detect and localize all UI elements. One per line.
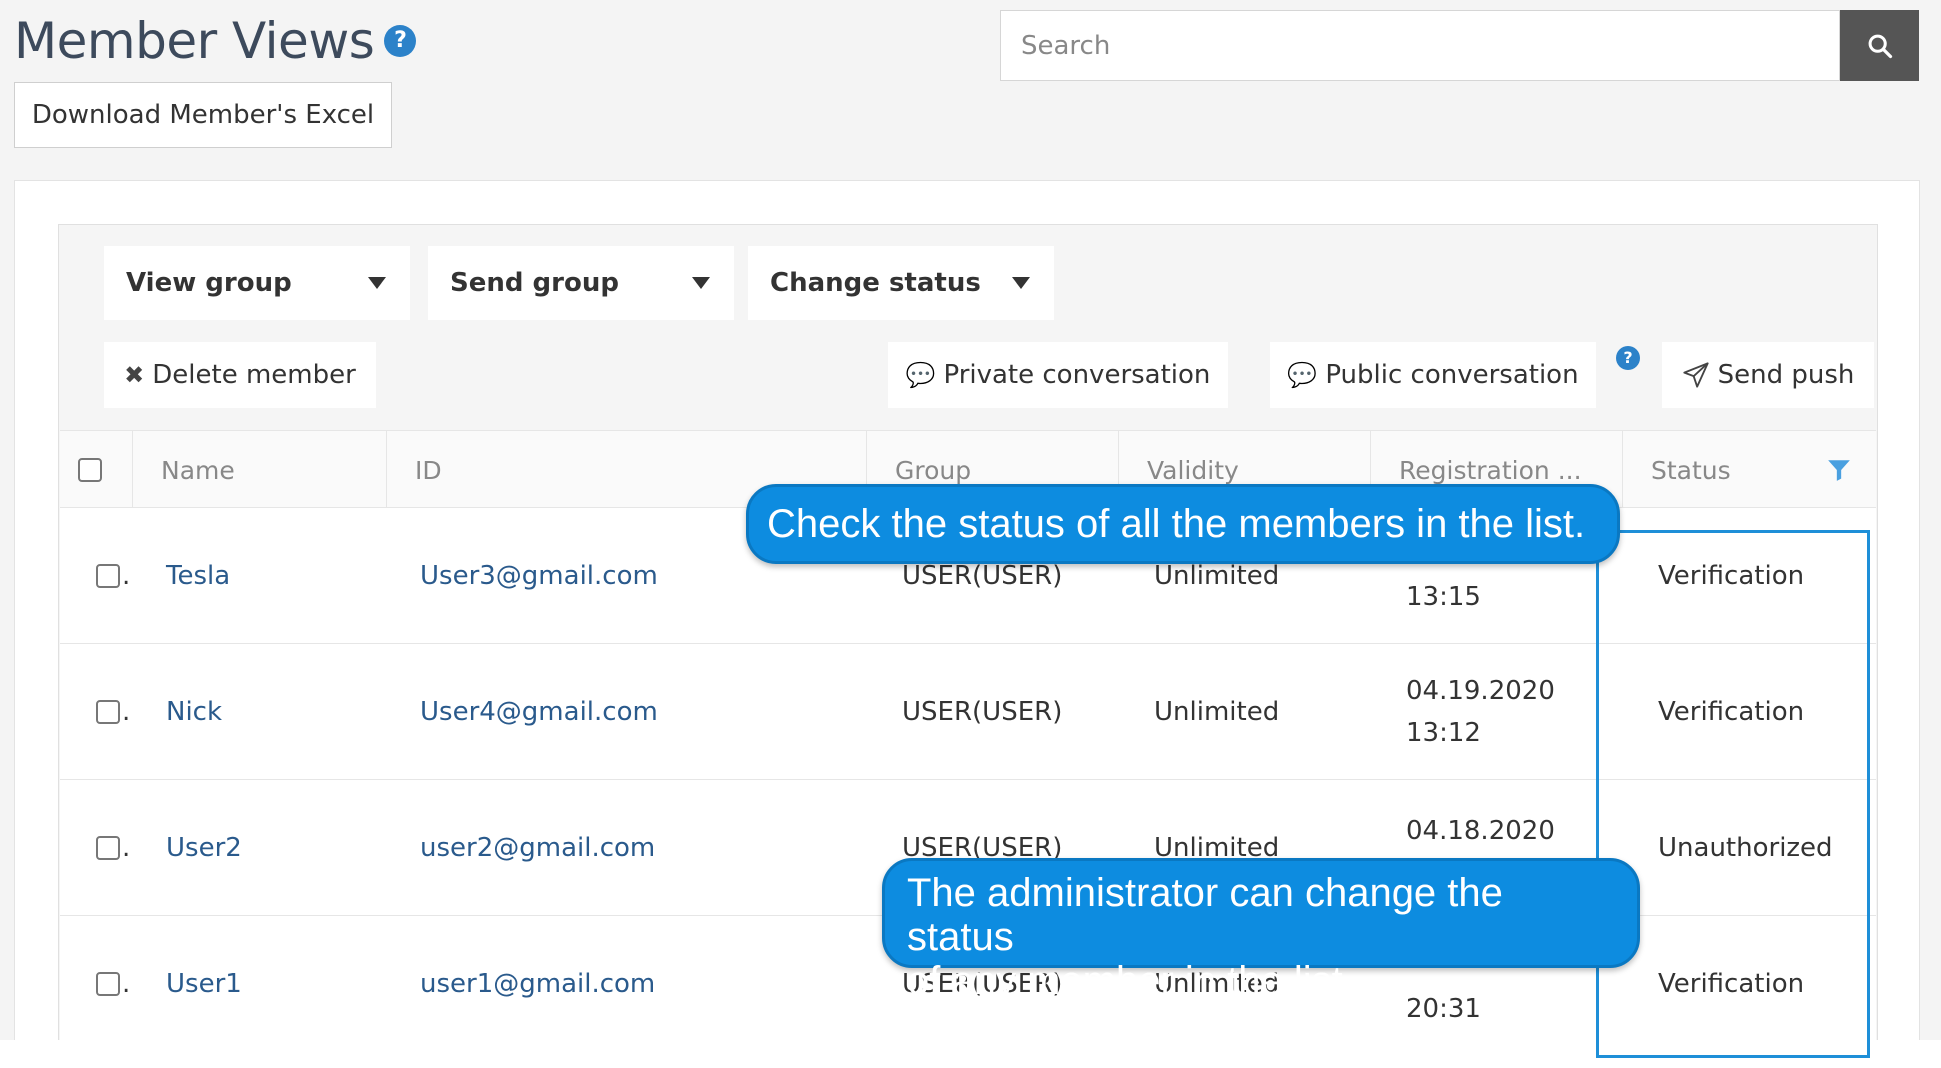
row-select[interactable]: .	[96, 916, 130, 1052]
header-name[interactable]: Name	[132, 431, 386, 509]
public-conversation-label: Public conversation	[1325, 360, 1579, 390]
member-validity: Unlimited	[1154, 697, 1280, 727]
search-icon	[1868, 34, 1892, 58]
change-status-dropdown[interactable]: Change status	[748, 246, 1054, 320]
header-status-label: Status	[1651, 455, 1731, 485]
row-checkbox[interactable]	[96, 700, 120, 724]
help-icon[interactable]: ?	[384, 25, 417, 57]
row-checkbox[interactable]	[96, 836, 120, 860]
member-group: USER(USER)	[902, 697, 1063, 727]
member-name[interactable]: User2	[166, 780, 242, 916]
member-name[interactable]: User1	[166, 916, 242, 1052]
row-checkbox[interactable]	[96, 564, 120, 588]
callout-change-status-line1: The administrator can change the status	[907, 871, 1503, 959]
member-id[interactable]: user2@gmail.com	[420, 780, 655, 916]
select-all-checkbox[interactable]	[78, 458, 102, 482]
member-id[interactable]: User3@gmail.com	[420, 508, 658, 644]
search-box[interactable]	[1000, 10, 1840, 81]
chat-icon: 💬	[1287, 361, 1318, 389]
send-group-dropdown[interactable]: Send group	[428, 246, 734, 320]
page-title-text: Member Views	[14, 12, 375, 70]
row-select[interactable]: .	[96, 780, 130, 916]
send-group-label: Send group	[450, 268, 619, 298]
private-conversation-button[interactable]: 💬 Private conversation	[888, 342, 1228, 408]
send-push-label: Send push	[1717, 360, 1855, 390]
callout-status-check-text: Check the status of all the members in t…	[767, 501, 1586, 546]
registration-time: 13:12	[1406, 718, 1481, 748]
public-conversation-button[interactable]: 💬 Public conversation	[1270, 342, 1596, 408]
member-name[interactable]: Tesla	[166, 508, 230, 644]
chevron-down-icon	[368, 277, 386, 289]
chevron-down-icon	[692, 277, 710, 289]
header-status[interactable]: Status	[1622, 431, 1876, 509]
status-column-highlight	[1596, 530, 1870, 1058]
send-push-button[interactable]: Send push	[1662, 342, 1874, 408]
callout-change-status: The administrator can change the status …	[882, 858, 1640, 1003]
help-icon: ?	[1616, 346, 1640, 370]
private-conversation-label: Private conversation	[943, 360, 1211, 390]
registration-time: 13:15	[1406, 582, 1481, 612]
search-button[interactable]	[1840, 10, 1919, 81]
chat-icon: 💬	[905, 361, 936, 389]
chevron-down-icon	[1012, 277, 1030, 289]
registration-date: 04.19.2020	[1406, 676, 1555, 706]
view-group-label: View group	[126, 268, 292, 298]
page-title: Member Views ?	[14, 12, 417, 70]
download-excel-button[interactable]: Download Member's Excel	[14, 82, 392, 148]
delete-member-label: Delete member	[152, 360, 356, 390]
callout-status-check: Check the status of all the members in t…	[746, 484, 1620, 564]
row-select[interactable]: .	[96, 508, 130, 644]
member-id[interactable]: User4@gmail.com	[420, 644, 658, 780]
send-icon	[1683, 362, 1709, 388]
select-all-cell	[60, 431, 132, 509]
view-group-dropdown[interactable]: View group	[104, 246, 410, 320]
registration-date: 04.18.2020	[1406, 816, 1555, 846]
change-status-label: Change status	[770, 268, 981, 298]
row-checkbox[interactable]	[96, 972, 120, 996]
member-registration: 04.19.2020 13:12	[1406, 644, 1555, 780]
callout-change-status-line2: of any member in the list.	[907, 959, 1354, 1003]
filter-icon[interactable]	[1826, 457, 1852, 483]
member-name[interactable]: Nick	[166, 644, 222, 780]
conversation-help-icon[interactable]: ?	[1616, 346, 1640, 370]
search-input[interactable]	[1021, 30, 1839, 61]
row-select[interactable]: .	[96, 644, 130, 780]
delete-member-button[interactable]: ✖ Delete member	[104, 342, 376, 408]
member-id[interactable]: user1@gmail.com	[420, 916, 655, 1052]
close-icon: ✖	[124, 361, 145, 389]
